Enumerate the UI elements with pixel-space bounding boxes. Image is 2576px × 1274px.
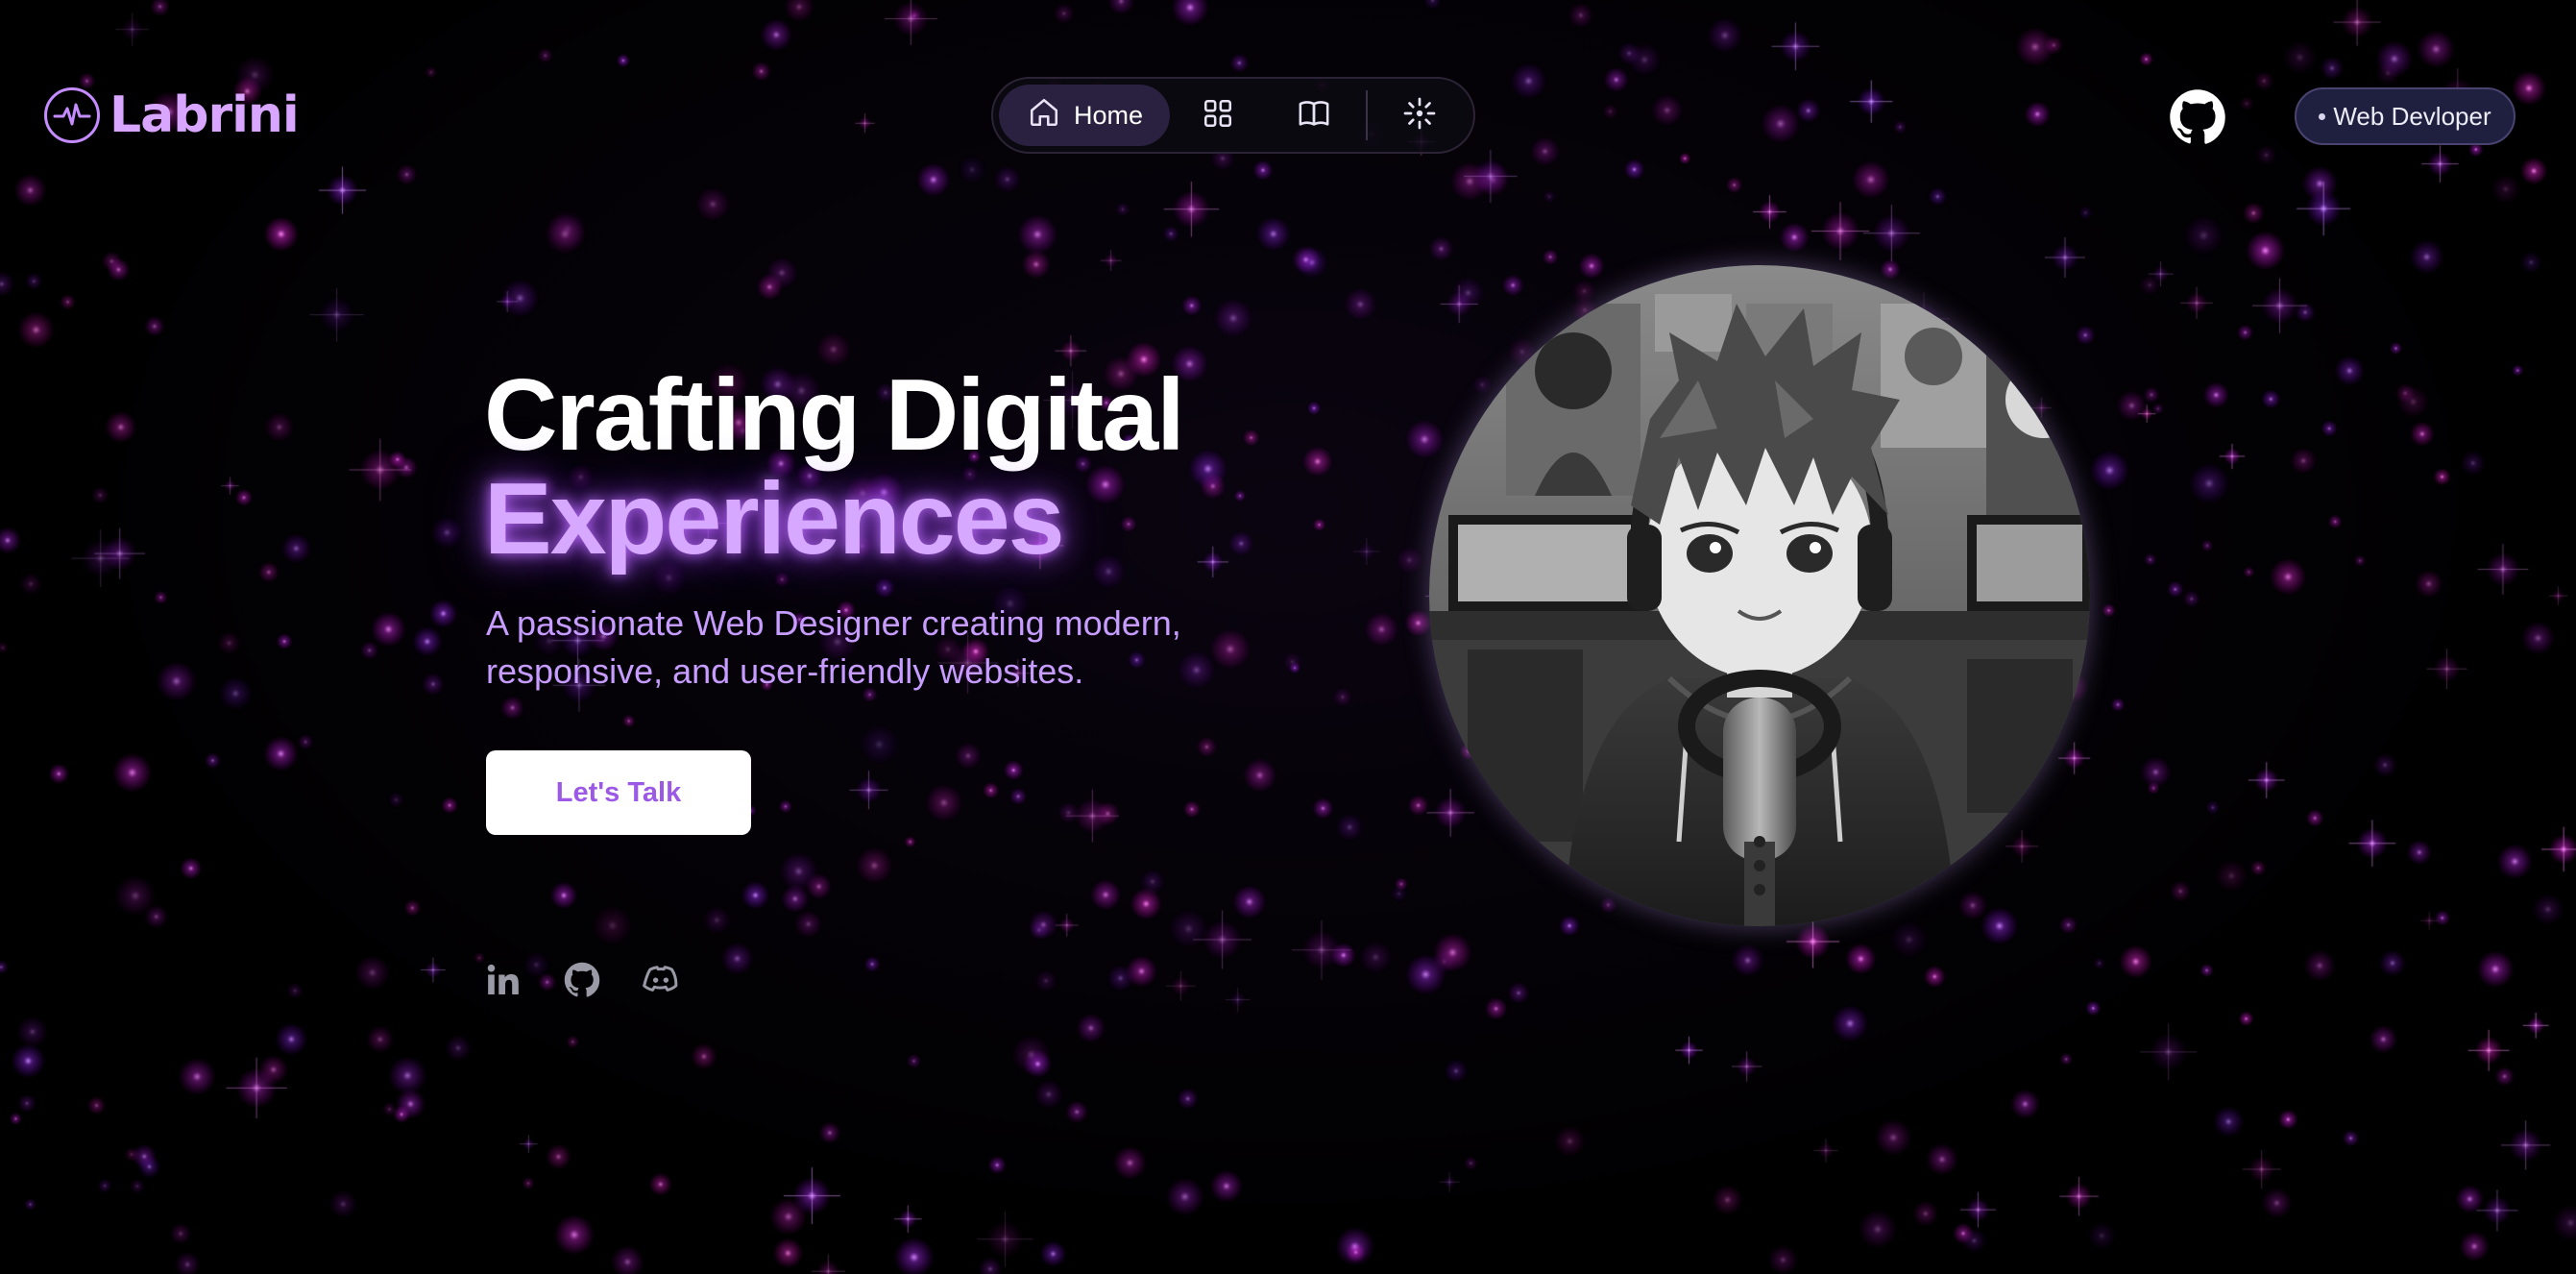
status-dot-icon [2319,112,2326,120]
main-nav: Home [991,77,1475,154]
nav-book-button[interactable] [1266,85,1362,146]
role-badge-label: Web Devloper [2333,101,2491,131]
hero-title-line2: Experiences [484,462,1065,576]
nav-home-button[interactable]: Home [999,85,1170,146]
nav-home-label: Home [1074,100,1144,130]
hero-title-line1: Crafting Digital [484,358,1185,472]
hero-subtitle: A passionate Web Designer creating moder… [486,603,1181,691]
book-icon [1297,97,1331,135]
discord-icon[interactable] [642,961,680,999]
sparkle-icon [1402,96,1437,135]
grid-icon [1202,97,1234,135]
logo[interactable]: Labrini [44,86,300,144]
github-icon[interactable] [2169,88,2226,146]
github-social-icon[interactable] [563,961,601,999]
linkedin-icon[interactable] [484,961,522,999]
starfield-background [0,0,2576,1274]
home-icon [1028,96,1060,135]
logo-text: Labrini [109,86,300,144]
social-links [484,961,680,999]
nav-grid-button[interactable] [1170,85,1266,146]
role-badge: Web Devloper [2295,87,2515,145]
page: Labrini Home Web Devloper Crafting Digit… [0,0,2576,1274]
nav-divider [1366,90,1368,140]
avatar [1429,265,2090,926]
nav-sparkle-button[interactable] [1372,85,1468,146]
hero-title: Crafting Digital Experiences [484,363,1185,576]
pulse-icon [44,87,100,143]
lets-talk-button[interactable]: Let's Talk [486,750,751,835]
anime-streamer-avatar [1429,265,2090,926]
